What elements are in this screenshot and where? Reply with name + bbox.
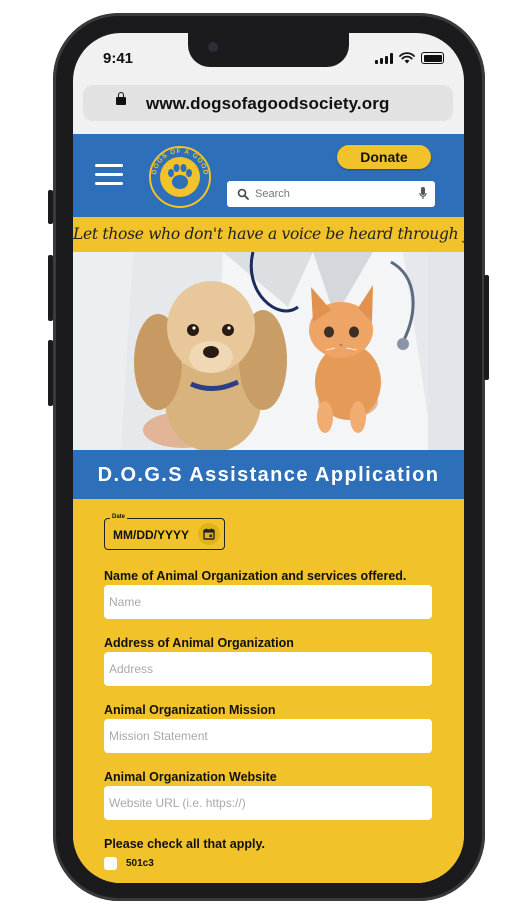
dynamic-notch <box>188 33 349 67</box>
org-mission-input[interactable] <box>104 719 432 753</box>
tagline-banner: Let those who don't have a voice be hear… <box>73 217 464 252</box>
volume-down-button <box>48 340 53 406</box>
org-name-input[interactable] <box>104 585 432 619</box>
calendar-button[interactable] <box>198 523 220 545</box>
org-website-label: Animal Organization Website <box>104 770 277 784</box>
site-logo[interactable]: DOGS OF A GOOD SOCIETY <box>149 146 211 208</box>
org-address-label: Address of Animal Organization <box>104 636 294 650</box>
check-all-prompt: Please check all that apply. <box>104 837 265 851</box>
wifi-icon <box>399 52 415 64</box>
checkbox-501c3[interactable] <box>104 857 117 870</box>
status-icons <box>375 52 444 64</box>
date-legend: Date <box>110 514 128 520</box>
donate-button[interactable]: Donate <box>337 145 431 169</box>
org-address-input[interactable] <box>104 652 432 686</box>
checkbox-501c3-label: 501c3 <box>126 858 154 869</box>
battery-icon <box>421 52 444 64</box>
search-icon <box>237 188 249 200</box>
front-camera <box>208 42 218 52</box>
org-website-input[interactable] <box>104 786 432 820</box>
paw-icon <box>160 157 200 197</box>
url-text: www.dogsofagoodsociety.org <box>146 94 390 113</box>
address-bar[interactable]: www.dogsofagoodsociety.org <box>83 85 453 121</box>
mic-icon[interactable] <box>419 187 427 200</box>
signal-icon <box>375 53 393 64</box>
date-input[interactable] <box>113 528 199 542</box>
power-button <box>484 275 489 380</box>
mute-switch <box>48 190 53 224</box>
vet-with-puppy-and-kitten-illustration <box>73 252 464 450</box>
phone-screen: 9:41 www.dogsofagoodsociety.org DOGS OF … <box>73 33 464 883</box>
assistance-application-form: Date Name of Animal Organization and ser… <box>73 499 464 883</box>
calendar-icon <box>203 528 215 540</box>
search-input[interactable] <box>255 184 405 204</box>
status-time: 9:41 <box>103 50 134 67</box>
org-name-label: Name of Animal Organization and services… <box>104 569 407 583</box>
hero-image <box>73 252 464 450</box>
date-field[interactable] <box>104 518 225 550</box>
search-bar <box>227 181 435 207</box>
volume-up-button <box>48 255 53 321</box>
menu-icon[interactable] <box>95 164 123 186</box>
form-title: D.O.G.S Assistance Application <box>73 450 464 499</box>
lock-icon <box>116 92 126 105</box>
site-header: DOGS OF A GOOD SOCIETY Donate <box>73 134 464 217</box>
org-mission-label: Animal Organization Mission <box>104 703 276 717</box>
